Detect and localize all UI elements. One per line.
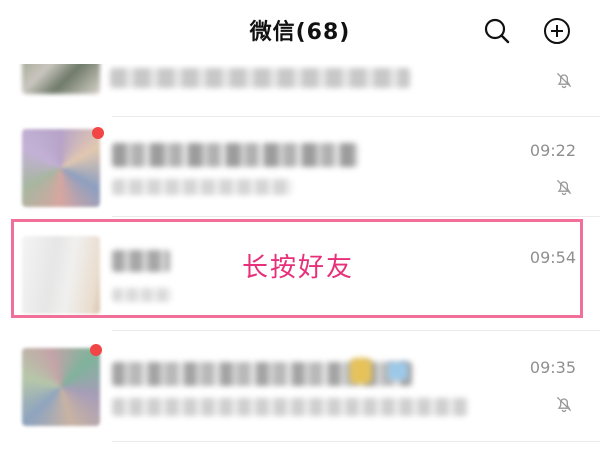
- chat-time: 09:35: [529, 358, 576, 377]
- unread-dot: [90, 344, 102, 356]
- chat-row[interactable]: 09:35: [0, 336, 600, 450]
- chat-name-blurred: [112, 143, 358, 167]
- unread-dot: [92, 127, 104, 139]
- search-icon[interactable]: [482, 16, 512, 46]
- emoji-blurred: [350, 358, 372, 384]
- divider: [112, 330, 600, 331]
- divider: [112, 441, 600, 442]
- chat-name-blurred: [110, 68, 410, 88]
- bell-off-icon: [556, 72, 572, 89]
- emoji-blurred: [388, 362, 408, 380]
- bell-off-icon: [556, 179, 572, 196]
- chat-preview-blurred: [112, 179, 292, 195]
- plus-circle-icon[interactable]: [542, 16, 572, 46]
- bell-off-icon: [556, 396, 572, 413]
- avatar: [22, 348, 100, 426]
- chat-preview-blurred: [112, 398, 468, 416]
- chat-time: 09:22: [529, 141, 576, 160]
- divider: [112, 216, 600, 217]
- chat-row[interactable]: 09:22: [0, 117, 600, 216]
- avatar: [22, 129, 100, 207]
- wechat-chat-list-screen: 09:22 09:54 长按好友 09:35 微信(68): [0, 0, 600, 450]
- top-bar: 微信(68): [0, 0, 600, 64]
- annotation-label: 长按好友: [242, 253, 355, 283]
